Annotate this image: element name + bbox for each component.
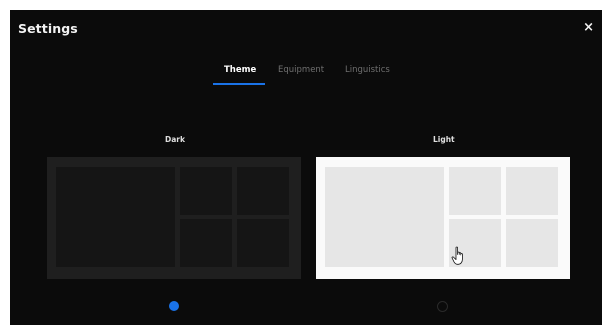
preview-tile bbox=[56, 167, 175, 267]
active-tab-indicator bbox=[213, 83, 265, 85]
theme-label-dark: Dark bbox=[165, 135, 185, 144]
theme-label-light: Light bbox=[433, 135, 455, 144]
preview-tile bbox=[237, 167, 289, 215]
tab-linguistics[interactable]: Linguistics bbox=[345, 65, 390, 75]
preview-tile bbox=[180, 167, 232, 215]
theme-radio-light[interactable] bbox=[437, 301, 448, 312]
screenshot-frame: Settings × Theme Equipment Linguistics D… bbox=[0, 0, 612, 335]
preview-tile bbox=[325, 167, 444, 267]
preview-tile bbox=[180, 219, 232, 267]
settings-dialog: Settings × Theme Equipment Linguistics D… bbox=[10, 10, 602, 325]
preview-tile bbox=[506, 167, 558, 215]
tab-bar: Theme Equipment Linguistics bbox=[10, 65, 602, 95]
theme-preview-light[interactable] bbox=[316, 157, 570, 279]
dialog-title: Settings bbox=[18, 21, 78, 36]
tab-equipment[interactable]: Equipment bbox=[278, 65, 324, 75]
preview-tile bbox=[237, 219, 289, 267]
preview-tile bbox=[449, 167, 501, 215]
close-icon[interactable]: × bbox=[583, 21, 594, 34]
preview-tile bbox=[506, 219, 558, 267]
hand-pointer-icon bbox=[451, 246, 463, 265]
tab-theme[interactable]: Theme bbox=[224, 65, 256, 75]
theme-preview-dark[interactable] bbox=[47, 157, 301, 279]
theme-radio-dark[interactable] bbox=[169, 301, 179, 311]
